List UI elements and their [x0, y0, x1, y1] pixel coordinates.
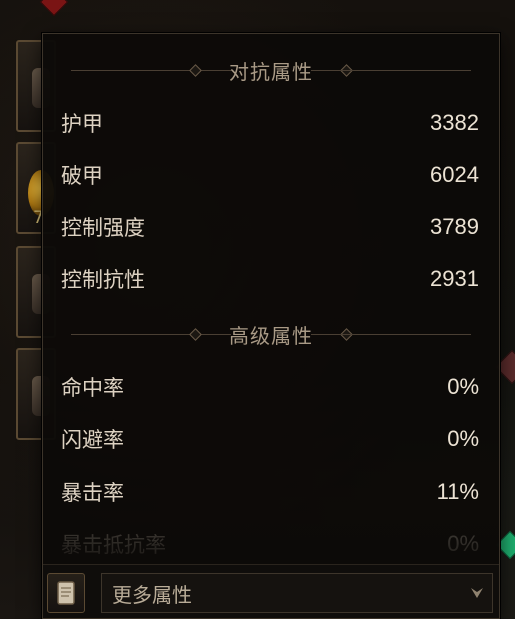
stat-row-hit-rate: 命中率 0%: [61, 372, 479, 402]
chevron-down-icon: [471, 588, 483, 598]
stat-value: 0%: [447, 426, 479, 451]
section-header-combat: 对抗属性: [43, 54, 499, 86]
section-header-advanced: 高级属性: [43, 318, 499, 350]
divider: [71, 334, 231, 335]
stat-label: 暴击抵抗率: [61, 533, 166, 557]
stat-label: 控制强度: [61, 216, 145, 240]
stat-row-crit-rate: 暴击率 11%: [61, 477, 479, 507]
stat-row-dodge-rate: 闪避率 0%: [61, 424, 479, 454]
diamond-ornament-icon: [189, 328, 202, 341]
tooltip-footer: 更多属性: [43, 564, 499, 618]
section-title: 对抗属性: [229, 59, 313, 84]
stat-label: 破甲: [61, 164, 103, 188]
attribute-tooltip-panel: 对抗属性 护甲 3382 破甲 6024 控制强度 3789 控制抗性 2931…: [42, 33, 500, 619]
stat-label: 闪避率: [61, 428, 124, 452]
stat-row-armor: 护甲 3382: [61, 108, 479, 138]
divider: [311, 334, 471, 335]
stat-label: 暴击率: [61, 481, 124, 505]
stat-label: 控制抗性: [61, 268, 145, 292]
stat-row-control-resist: 控制抗性 2931: [61, 264, 479, 294]
stat-row-armor-break: 破甲 6024: [61, 160, 479, 190]
stat-value: 11%: [436, 479, 479, 504]
stat-value: 3382: [430, 110, 479, 135]
divider: [311, 70, 471, 71]
diamond-ornament-icon: [189, 64, 202, 77]
stat-value: 3789: [430, 214, 479, 239]
scroll-icon: [57, 581, 75, 605]
stat-label: 护甲: [61, 112, 103, 136]
stat-label: 命中率: [61, 376, 124, 400]
stat-value: 0%: [447, 374, 479, 399]
section-title: 高级属性: [229, 323, 313, 348]
stat-value: 6024: [430, 162, 479, 187]
more-attributes-dropdown[interactable]: 更多属性: [101, 573, 493, 613]
stat-row-crit-resist-rate: 暴击抵抗率 0%: [61, 529, 479, 559]
stat-value: 2931: [430, 266, 479, 291]
stat-value: 0%: [447, 531, 479, 556]
scroll-icon-button[interactable]: [47, 573, 85, 613]
dropdown-label: 更多属性: [112, 582, 192, 607]
divider: [71, 70, 231, 71]
stat-row-control-strength: 控制强度 3789: [61, 212, 479, 242]
